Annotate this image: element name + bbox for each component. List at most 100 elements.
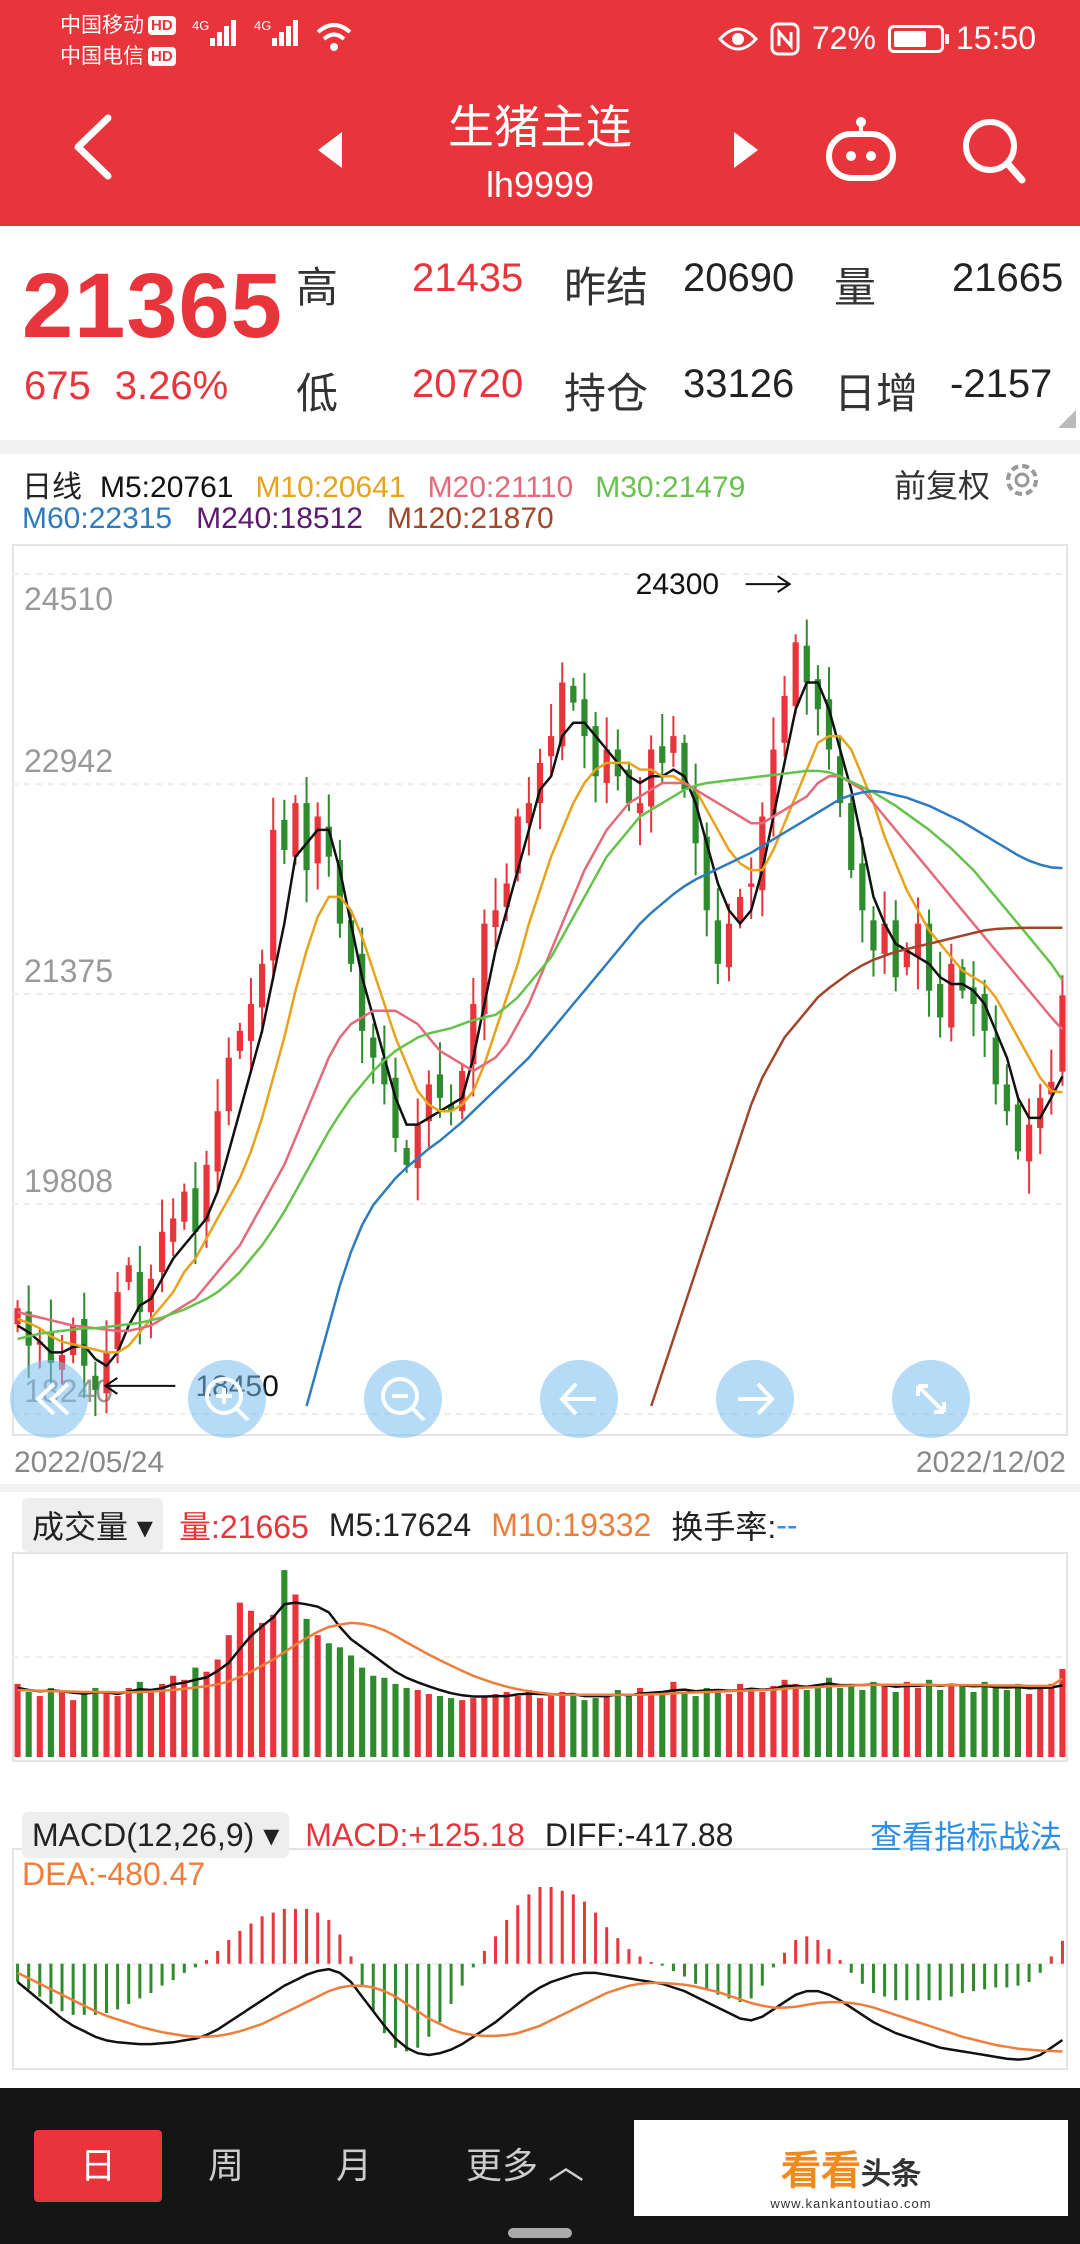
gear-icon[interactable] xyxy=(1000,458,1044,502)
contract-title: 生猪主连 xyxy=(448,101,632,153)
y-tick-label: 24510 xyxy=(24,581,113,617)
start-date: 2022/05/24 xyxy=(14,1446,165,1479)
ma20-label: M20:21110 xyxy=(427,471,574,504)
back-double-icon[interactable] xyxy=(10,1360,88,1438)
volume-bar xyxy=(770,1685,777,1757)
assistant-robot-icon[interactable] xyxy=(825,112,897,184)
section-divider-2 xyxy=(0,1484,1080,1492)
diff-value-label: DIFF:-417.88 xyxy=(544,1816,734,1853)
candle-body xyxy=(948,963,955,1028)
volume-bar xyxy=(325,1643,332,1757)
candle-body xyxy=(414,1124,421,1169)
zoom-out-icon[interactable] xyxy=(364,1360,442,1438)
ma-legend-row-2: M60:22315 M240:18512 M120:21870 xyxy=(22,502,554,536)
candle-body xyxy=(792,642,799,706)
volume-bar xyxy=(714,1689,721,1757)
tab-weekly[interactable]: 周 xyxy=(162,2130,290,2202)
tab-more[interactable]: 更多 ︿ xyxy=(440,2130,610,2202)
volume-bar xyxy=(725,1694,733,1757)
volume-bar xyxy=(636,1687,644,1757)
fullscreen-icon[interactable] xyxy=(892,1360,970,1438)
tab-daily[interactable]: 日 xyxy=(34,2130,162,2202)
volume-bar xyxy=(281,1570,288,1757)
volume-bar xyxy=(147,1692,155,1757)
volume-bar xyxy=(837,1687,844,1757)
change-amount: 675 xyxy=(24,364,91,408)
volume-bar xyxy=(14,1683,21,1757)
volume-bar xyxy=(314,1635,321,1757)
indicator-select-volume[interactable]: 成交量 ▾ xyxy=(22,1498,163,1552)
quote-panel: 21365 675 3.26% 高 21435 昨结 20690 量 21665 … xyxy=(0,226,1080,440)
y-tick-label: 19808 xyxy=(24,1163,113,1199)
battery-icon xyxy=(887,24,949,53)
volume-bar xyxy=(1059,1668,1066,1757)
volume-bar xyxy=(659,1692,666,1757)
expand-corner-icon[interactable] xyxy=(1058,410,1076,428)
volume-bar xyxy=(814,1685,821,1757)
wifi-icon xyxy=(316,23,352,51)
ma30-label: M30:21479 xyxy=(595,471,746,504)
search-icon[interactable] xyxy=(960,116,1028,188)
volume-bar xyxy=(948,1683,955,1757)
volume-bar xyxy=(492,1694,499,1757)
volume-bar xyxy=(903,1681,910,1757)
prev-contract-icon[interactable] xyxy=(318,132,342,168)
kline-chart[interactable]: 24510229422137519808182402430018450 xyxy=(12,544,1068,1436)
volume-bar xyxy=(881,1685,888,1757)
volume-bar xyxy=(225,1635,232,1757)
high-annotation-label: 24300 xyxy=(636,568,719,601)
next-contract-icon[interactable] xyxy=(734,132,758,168)
scroll-left-icon[interactable] xyxy=(540,1360,618,1438)
volume-m10-label: M10:19332 xyxy=(491,1506,652,1543)
volume-bar xyxy=(825,1677,833,1757)
zoom-in-icon[interactable] xyxy=(188,1360,266,1438)
ma-line-m60 xyxy=(305,789,1063,1407)
candle-body xyxy=(548,736,555,757)
volume-bar xyxy=(503,1692,510,1757)
volume-bar xyxy=(448,1698,455,1757)
volume-bar xyxy=(92,1687,99,1757)
volume-bar xyxy=(1048,1683,1055,1757)
daily-increase-label: 日增 xyxy=(834,370,919,417)
volume-bar xyxy=(336,1647,343,1757)
indicator-select-macd[interactable]: MACD(12,26,9) ▾ xyxy=(22,1812,290,1858)
price-change: 675 3.26% xyxy=(24,364,228,409)
open-interest-label: 持仓 xyxy=(564,370,649,417)
candle-body xyxy=(270,829,277,961)
period-label[interactable]: 日线 xyxy=(22,471,82,504)
clock: 15:50 xyxy=(955,20,1036,56)
home-indicator[interactable] xyxy=(508,2228,572,2238)
ma240-label: M240:18512 xyxy=(196,502,363,535)
hd-badge-2: HD xyxy=(148,47,176,66)
section-divider xyxy=(0,440,1080,454)
open-interest-value: 33126 xyxy=(683,362,795,406)
candle-body xyxy=(714,920,721,964)
volume-bar xyxy=(914,1687,921,1757)
candle-body xyxy=(725,923,733,968)
candle-body xyxy=(125,1265,132,1283)
carrier-2: 中国电信 xyxy=(60,45,144,68)
volume-chart[interactable] xyxy=(12,1552,1068,1762)
volume-bar xyxy=(1037,1685,1044,1757)
scroll-right-icon[interactable] xyxy=(716,1360,794,1438)
ma-line-m20 xyxy=(17,775,1064,1333)
volume-bar xyxy=(381,1677,388,1757)
low-value: 20720 xyxy=(412,362,524,406)
candle-body xyxy=(603,749,610,783)
low-label: 低 xyxy=(296,370,339,417)
status-bar: 中国移动 HD 中国电信 HD 4G 4G 72% 15:50 xyxy=(0,0,1080,80)
candle-body xyxy=(892,920,899,978)
back-arrow-icon[interactable] xyxy=(68,112,116,182)
volume-bar xyxy=(370,1675,377,1757)
volume-bar xyxy=(203,1671,210,1757)
candle-body xyxy=(403,1148,410,1165)
volume-bar xyxy=(392,1683,399,1757)
candle-body xyxy=(225,1057,232,1112)
watermark: 看看头条 www.kankantoutiao.com xyxy=(634,2120,1068,2216)
tab-monthly[interactable]: 月 xyxy=(290,2130,418,2202)
carrier-1: 中国移动 xyxy=(60,14,144,37)
adjust-mode-label[interactable]: 前复权 xyxy=(894,461,990,507)
candle-body xyxy=(914,923,922,958)
volume-bar xyxy=(47,1687,54,1757)
indicator-strategy-link[interactable]: 查看指标战法 xyxy=(870,1812,1062,1858)
